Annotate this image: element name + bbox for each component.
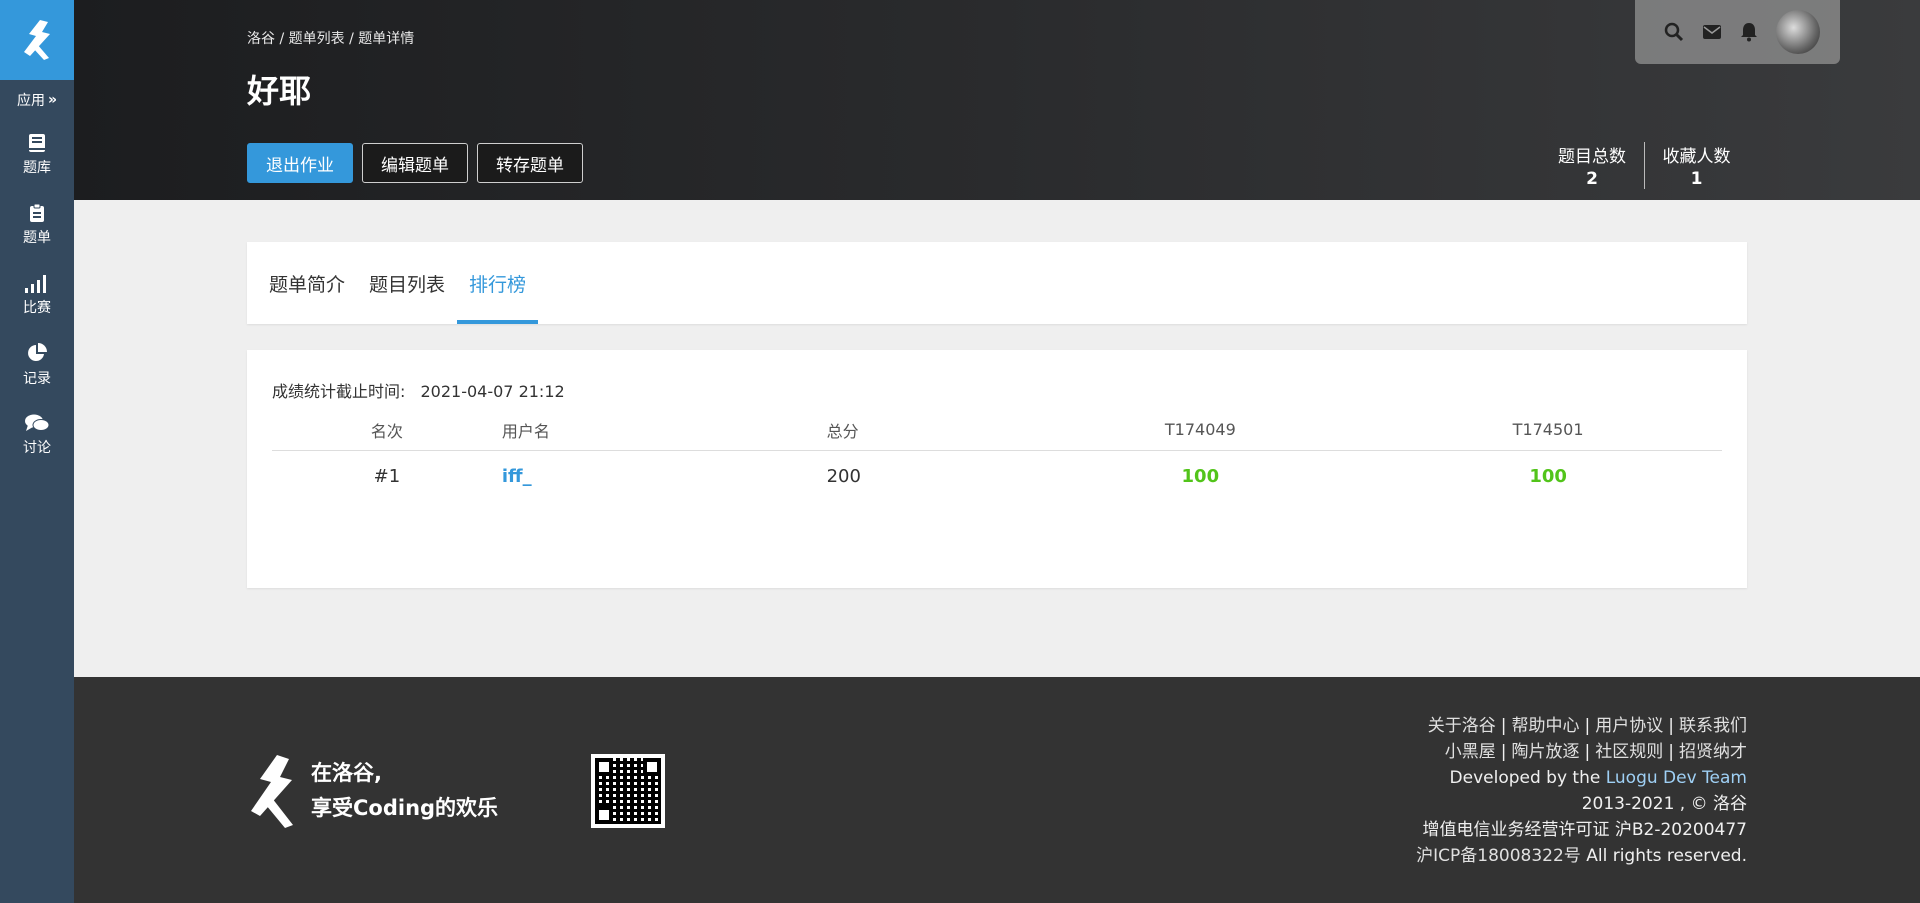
problem-score-cell: 100 [1026,450,1374,502]
sidebar: 应用 » 题库 题单 比赛 记录 讨论 [0,0,74,903]
apps-toggle[interactable]: 应用 » [0,80,74,120]
rights: All rights reserved. [1586,846,1747,866]
developed-by: Developed by the Luogu Dev Team [1416,765,1747,791]
sidebar-item-contest[interactable]: 比赛 [0,260,74,330]
table-header-row: 名次 用户名 总分 T174049 T174501 [272,410,1722,451]
sidebar-item-label: 题库 [23,160,51,176]
problem-score[interactable]: 100 [1529,466,1567,487]
dev-team-link[interactable]: Luogu Dev Team [1606,768,1747,788]
tab-ranking[interactable]: 排行榜 [457,242,539,324]
sidebar-item-label: 讨论 [23,440,51,456]
icp-line: 沪ICP备18008322号 All rights reserved. [1416,843,1747,869]
luogu-logo[interactable] [0,0,74,80]
footer-links: 关于洛谷 | 帮助中心 | 用户协议 | 联系我们 小黑屋 | 陶片放逐 | 社区规则 | 招贤纳才 D… [1416,713,1747,869]
exit-homework-button[interactable]: 退出作业 [247,143,353,183]
column-header-total: 总分 [826,410,1027,451]
edit-training-button[interactable]: 编辑题单 [362,143,468,183]
footer-brand: 在洛谷, 享受Coding的欢乐 [247,753,498,829]
copyright: 2013-2021 , © 洛谷 [1581,794,1747,814]
chat-icon [25,414,50,431]
stat-favorite-count: 收藏人数 1 [1644,142,1748,189]
breadcrumb[interactable]: 洛谷 / 题单列表 / 题单详情 [247,28,414,48]
footer-link-jobs[interactable]: 招贤纳才 [1679,742,1747,762]
stat-value: 1 [1690,169,1703,189]
developed-prefix: Developed by the [1449,768,1601,788]
sidebar-item-discuss[interactable]: 讨论 [0,400,74,470]
luogu-footer-logo-icon [251,755,293,828]
footer-link-rules[interactable]: 社区规则 [1595,742,1663,762]
qr-finder [595,806,613,824]
footer-link-help[interactable]: 帮助中心 [1512,716,1580,736]
username-cell: iff_ [502,450,827,502]
slogan-line-2: 享受Coding的欢乐 [311,796,499,820]
footer-links-row-1: 关于洛谷 | 帮助中心 | 用户协议 | 联系我们 [1427,716,1747,736]
footer-link-blacklist[interactable]: 小黑屋 [1445,742,1496,762]
sidebar-item-label: 记录 [23,371,51,387]
page-title: 好耶 [247,72,312,110]
footer-link-agreement[interactable]: 用户协议 [1595,716,1663,736]
qr-finder [643,758,661,776]
sidebar-item-label: 题单 [23,230,51,246]
column-header-problem[interactable]: T174049 [1026,410,1375,451]
tab-intro[interactable]: 题单简介 [257,242,357,324]
stat-problem-count: 题目总数 2 [1540,142,1644,189]
footer-links-row-2: 小黑屋 | 陶片放逐 | 社区规则 | 招贤纳才 [1444,742,1747,762]
ranking-card: 成绩统计截止时间: 2021-04-07 21:12 名次 用户名 总分 T17… [247,350,1747,588]
qr-code-pattern [595,758,661,824]
luogu-logo-icon [24,20,50,60]
search-icon[interactable] [1664,22,1684,42]
username-link[interactable]: iff_ [502,466,532,487]
problem-score[interactable]: 100 [1182,466,1220,487]
sidebar-item-record[interactable]: 记录 [0,330,74,400]
qr-finder [595,758,613,776]
ranking-table: 名次 用户名 总分 T174049 T174501 #1 iff_ 200 10… [272,410,1722,502]
bar-chart-icon [25,275,46,293]
qr-code [591,754,665,828]
action-buttons: 退出作业 编辑题单 转存题单 [247,143,583,183]
footer-link-about[interactable]: 关于洛谷 [1428,716,1496,736]
deadline-value: 2021-04-07 21:12 [420,382,565,401]
page-header: 洛谷 / 题单列表 / 题单详情 好耶 退出作业 编辑题单 转存题单 题目总数 … [74,0,1920,200]
icp-link[interactable]: 沪ICP备18008322号 [1416,846,1581,866]
stat-value: 2 [1586,169,1598,189]
mail-icon[interactable] [1702,24,1722,40]
pie-chart-icon [28,343,47,361]
slogan-line-1: 在洛谷, [311,761,382,785]
sidebar-item-problems[interactable]: 题库 [0,120,74,190]
avatar[interactable] [1776,10,1820,54]
rank-cell: #1 [373,465,401,487]
footer: 在洛谷, 享受Coding的欢乐 关于洛谷 | 帮助中心 | 用户协议 | 联系我们 小黑屋… [74,677,1920,903]
book-icon [29,134,45,152]
stat-label: 题目总数 [1558,147,1626,167]
footer-link-ostracism[interactable]: 陶片放逐 [1512,742,1580,762]
double-chevron-right-icon: » [47,92,58,108]
deadline: 成绩统计截止时间: 2021-04-07 21:12 [272,378,565,402]
deadline-label: 成绩统计截止时间: [272,382,406,401]
sidebar-item-training[interactable]: 题单 [0,190,74,260]
stat-label: 收藏人数 [1662,147,1731,167]
column-header-user: 用户名 [501,410,827,451]
footer-slogan: 在洛谷, 享受Coding的欢乐 [311,756,498,826]
column-header-problem[interactable]: T174501 [1374,410,1722,451]
training-stats: 题目总数 2 收藏人数 1 [1540,142,1748,189]
tab-bar: 题单简介 题目列表 排行榜 [247,242,1747,324]
column-header-rank: 名次 [272,410,502,451]
apps-label: 应用 [16,93,45,109]
transfer-training-button[interactable]: 转存题单 [477,143,583,183]
clipboard-icon [30,203,44,222]
tab-problem-list[interactable]: 题目列表 [357,242,457,324]
footer-link-contact[interactable]: 联系我们 [1679,716,1747,736]
total-score-cell: 200 [826,465,861,487]
license: 增值电信业务经营许可证 沪B2-20200477 [1422,820,1747,840]
user-nav [1635,0,1840,64]
table-row: #1 iff_ 200 100 100 [272,450,1722,502]
problem-score-cell: 100 [1374,450,1722,502]
sidebar-item-label: 比赛 [23,300,51,316]
bell-icon[interactable] [1740,22,1758,42]
